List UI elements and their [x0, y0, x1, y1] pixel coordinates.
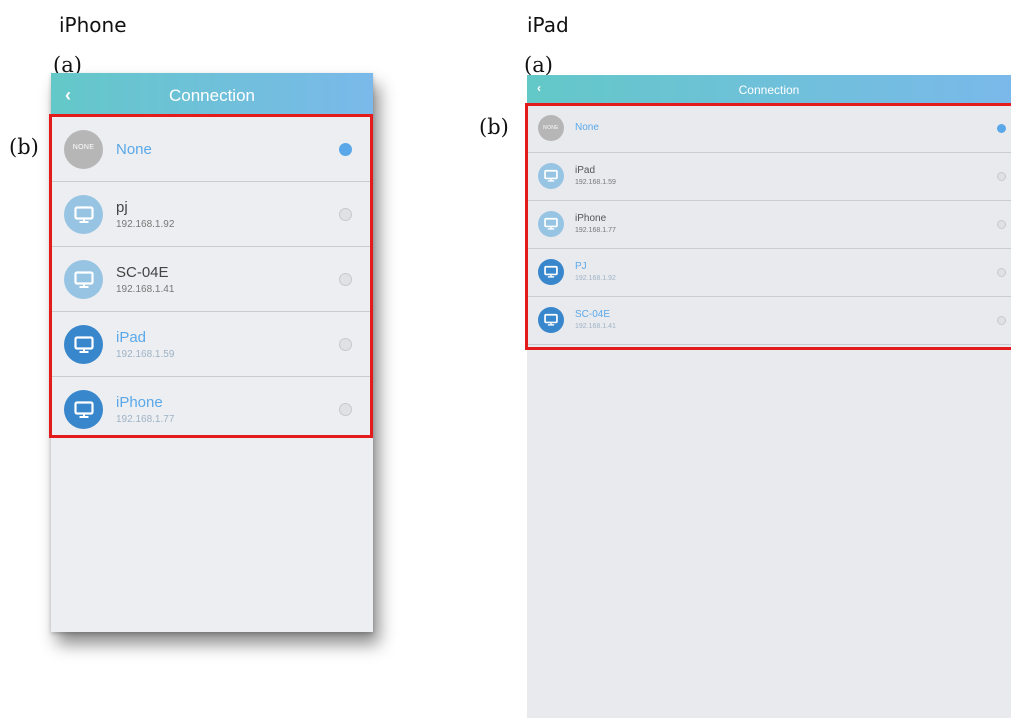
iphone-nav-title: Connection [168, 86, 255, 105]
ipad-caption: iPad [527, 13, 569, 37]
highlight-box-iphone [49, 114, 373, 438]
marker-b-iphone: (b) [9, 135, 39, 159]
marker-b-ipad: (b) [479, 115, 509, 139]
ipad-nav-title: Connection [738, 83, 800, 97]
iphone-nav-bar: ‹ Connection [51, 73, 373, 117]
iphone-caption: iPhone [59, 13, 127, 37]
highlight-box-ipad [525, 103, 1011, 350]
ipad-nav-bar: ‹ Connection [527, 75, 1011, 103]
marker-a-ipad: (a) [524, 53, 553, 77]
